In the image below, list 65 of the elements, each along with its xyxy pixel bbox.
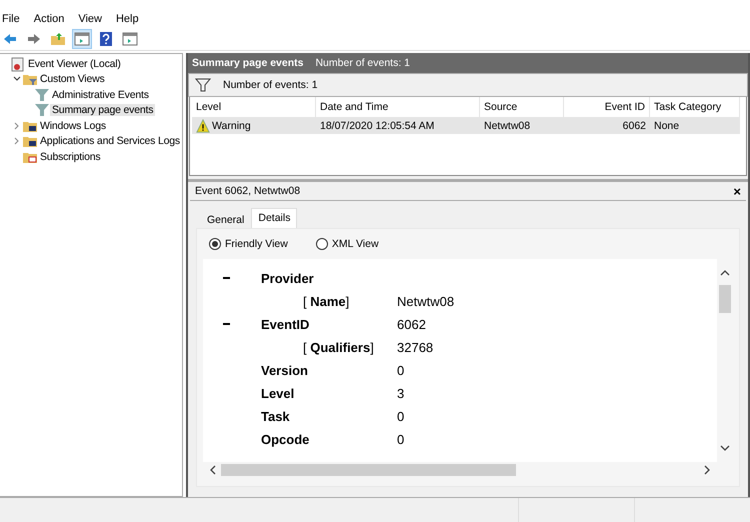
field-value: 0 bbox=[397, 432, 406, 447]
tree-item[interactable]: Administrative Events bbox=[50, 88, 151, 101]
help-icon bbox=[98, 31, 114, 47]
collapse-chevron-icon[interactable] bbox=[13, 75, 21, 84]
menu-item[interactable]: File bbox=[2, 13, 28, 25]
tree-item[interactable]: Custom Views bbox=[38, 73, 107, 86]
scroll-up-icon[interactable] bbox=[720, 269, 730, 277]
close-button[interactable]: × bbox=[733, 184, 741, 198]
collapse-icon[interactable] bbox=[223, 323, 230, 326]
filter-icon bbox=[195, 77, 211, 93]
tree-item[interactable]: Applications and Services Logs bbox=[38, 135, 182, 148]
radio-label[interactable]: Friendly View bbox=[225, 238, 288, 250]
field-name: Task bbox=[261, 409, 291, 424]
event-viewer-icon bbox=[10, 56, 26, 72]
scroll-left-icon[interactable] bbox=[209, 465, 217, 475]
pane-icon bbox=[74, 31, 90, 47]
field-name: Opcode bbox=[261, 432, 310, 447]
table-cell[interactable]: Netwtw08 bbox=[480, 117, 564, 134]
field-name: Provider bbox=[261, 271, 315, 286]
tree-item[interactable]: Subscriptions bbox=[38, 150, 102, 163]
table-cell[interactable]: None bbox=[650, 117, 740, 134]
table-cell[interactable]: 6062 bbox=[564, 117, 650, 134]
scroll-right-icon[interactable] bbox=[703, 465, 711, 475]
radio-button[interactable] bbox=[316, 238, 328, 250]
collapse-icon[interactable] bbox=[223, 277, 230, 280]
field-value: 0 bbox=[397, 363, 406, 378]
forward-arrow-icon bbox=[26, 31, 42, 47]
pane-title: Summary page events bbox=[192, 57, 304, 69]
scroll-thumb[interactable] bbox=[221, 464, 516, 476]
radio-label[interactable]: XML View bbox=[332, 238, 379, 250]
warning-icon bbox=[196, 118, 210, 132]
table-cell[interactable]: 18/07/2020 12:05:54 AM bbox=[316, 117, 480, 134]
field-name: Version bbox=[261, 363, 309, 378]
pane-icon bbox=[122, 31, 138, 47]
filter-icon bbox=[34, 102, 50, 118]
tab[interactable]: General bbox=[200, 208, 252, 228]
field-value: 0 bbox=[397, 409, 406, 424]
field-name: EventID bbox=[261, 317, 310, 332]
field-name: Level bbox=[261, 386, 296, 401]
field-value: 32768 bbox=[397, 340, 434, 355]
tree-item[interactable]: Event Viewer (Local) bbox=[26, 58, 123, 70]
field-value: Netwtw08 bbox=[397, 294, 456, 309]
toolbar-button[interactable] bbox=[72, 29, 92, 49]
scroll-down-icon[interactable] bbox=[720, 444, 730, 452]
field-value: 6062 bbox=[397, 317, 427, 332]
back-arrow-icon bbox=[2, 31, 18, 47]
expand-chevron-icon[interactable] bbox=[13, 122, 21, 130]
tree-item[interactable]: Summary page events bbox=[50, 104, 156, 116]
attribute-name: [ Name] bbox=[303, 294, 350, 309]
expand-chevron-icon[interactable] bbox=[13, 137, 21, 146]
field-value: 3 bbox=[397, 386, 406, 401]
pane-subtitle: Number of events: 1 bbox=[315, 57, 410, 69]
tab[interactable]: Details bbox=[251, 208, 298, 228]
table-cell[interactable]: Warning bbox=[192, 117, 316, 134]
attribute-name: [ Qualifiers] bbox=[303, 340, 375, 355]
menu-item[interactable]: Help bbox=[116, 13, 147, 25]
radio-button[interactable] bbox=[209, 238, 221, 250]
menu-item[interactable]: View bbox=[78, 13, 110, 25]
detail-title: Event 6062, Netwtw08 bbox=[195, 185, 300, 197]
folder-icon bbox=[50, 31, 66, 47]
tree-item[interactable]: Windows Logs bbox=[38, 120, 108, 132]
event-count: Number of events: 1 bbox=[223, 79, 318, 91]
scroll-thumb[interactable] bbox=[719, 285, 731, 313]
menu-item[interactable]: Action bbox=[34, 13, 72, 25]
filter-icon bbox=[34, 86, 50, 103]
